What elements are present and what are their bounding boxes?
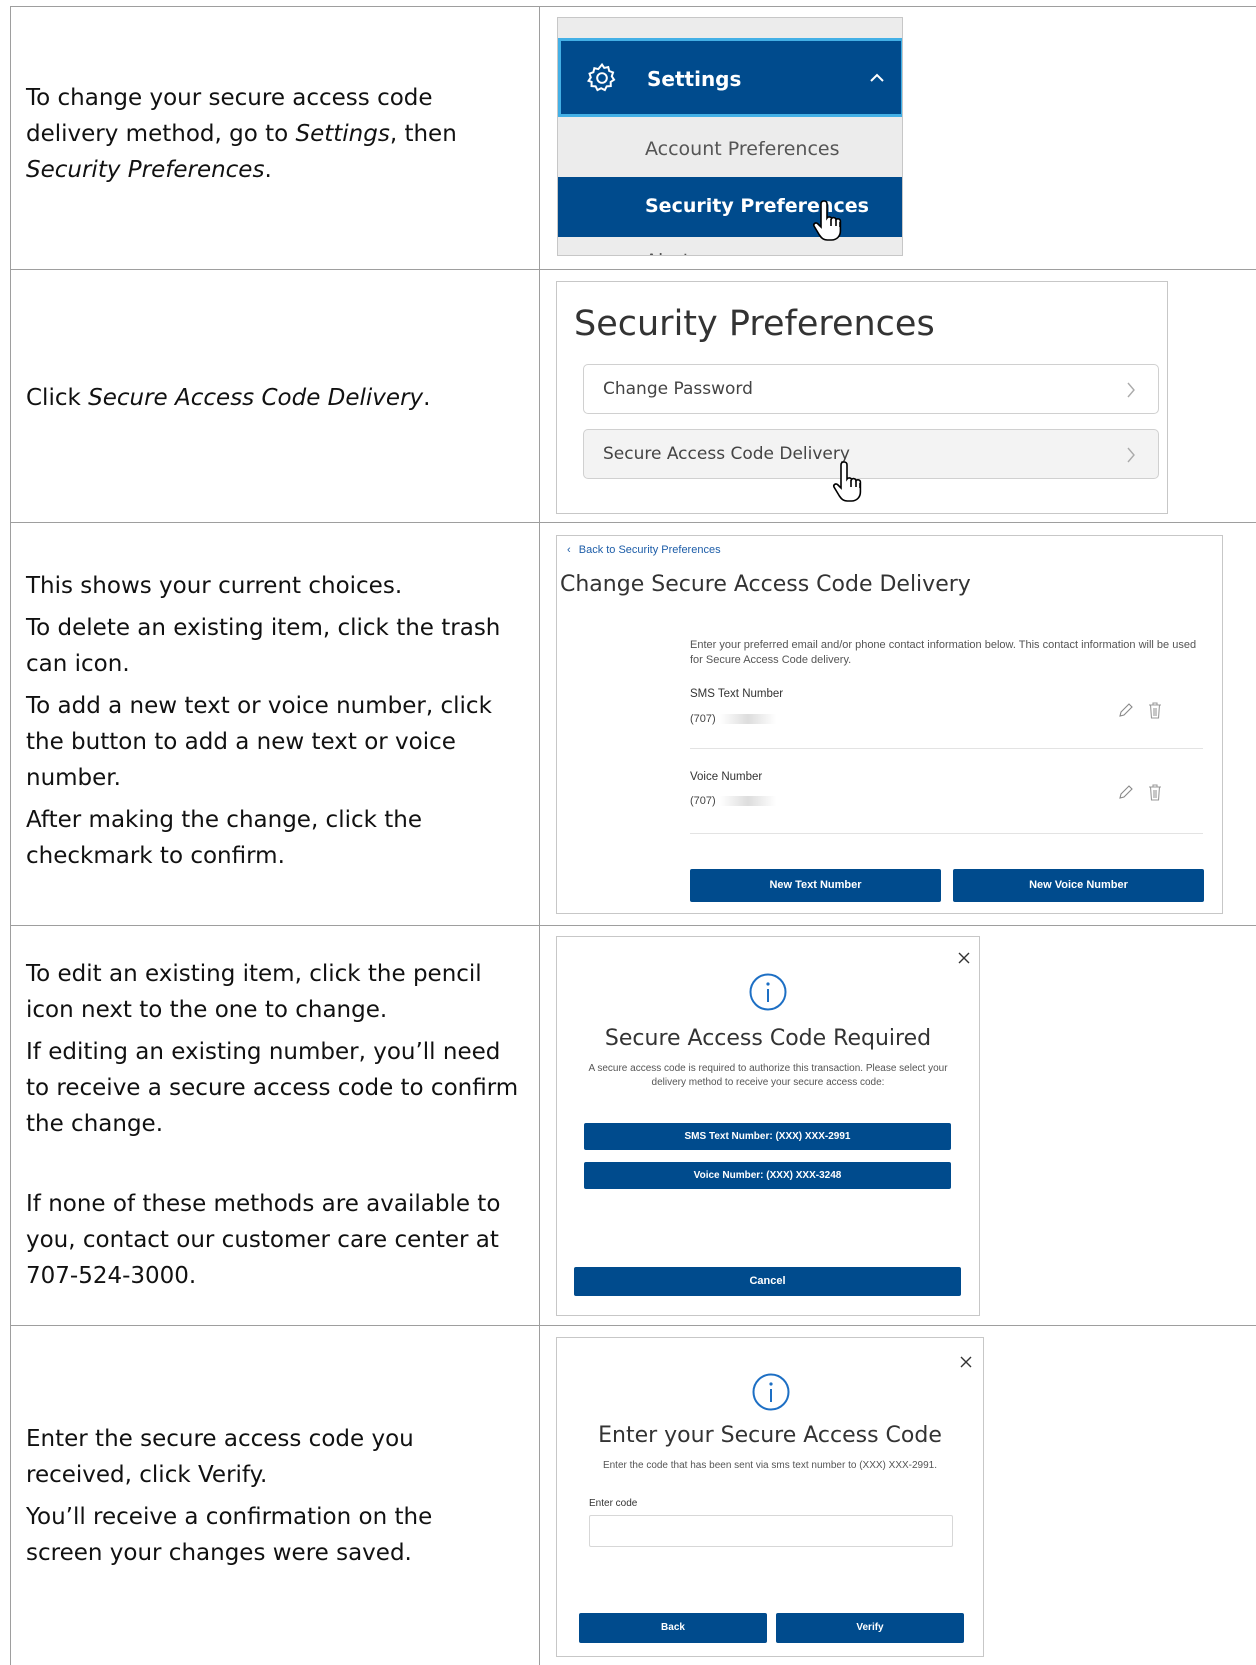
enter-code-modal: Enter your Secure Access Code Enter the … — [556, 1337, 984, 1657]
cancel-button[interactable]: Cancel — [574, 1267, 961, 1296]
trash-icon[interactable] — [1147, 701, 1163, 719]
step-3-paragraph: To delete an existing item, click the tr… — [26, 615, 501, 677]
hand-pointer-icon — [832, 461, 862, 502]
enter-code-title: Enter your Secure Access Code — [598, 1423, 942, 1448]
info-icon — [749, 973, 787, 1011]
change-sac-delivery-screenshot: ‹ Back to Security Preferences Change Se… — [556, 535, 1223, 914]
step-1-paragraph: To change your secure access code delive… — [26, 80, 506, 188]
step-4-paragraph: To edit an existing item, click the penc… — [26, 961, 482, 1023]
sms-text-number-label: SMS Text Number — [690, 688, 784, 700]
voice-number-label: Voice Number — [690, 771, 763, 783]
step-text-italic: Security Preferences — [26, 157, 265, 183]
chevron-right-icon — [1127, 382, 1135, 398]
step-3-paragraph: To add a new text or voice number, click… — [26, 693, 492, 791]
change-password-label: Change Password — [603, 379, 753, 399]
verify-button[interactable]: Verify — [776, 1613, 964, 1643]
new-text-number-button[interactable]: New Text Number — [690, 869, 941, 902]
step-text: . — [264, 157, 272, 183]
table-column-divider — [539, 6, 540, 1665]
step-3-paragraph: This shows your current choices. — [26, 573, 403, 599]
back-link-label: Back to Security Preferences — [578, 544, 721, 556]
table-row-divider — [10, 925, 1256, 926]
menu-item-security-preferences[interactable]: Security Preferences — [558, 177, 902, 237]
chevron-right-icon — [1127, 447, 1135, 463]
settings-menu-header[interactable]: Settings — [558, 38, 902, 117]
back-button[interactable]: Back — [579, 1613, 767, 1643]
voice-number-value: (707) — [690, 795, 776, 807]
table-row-divider — [10, 269, 1256, 270]
intro-text: Enter your preferred email and/or phone … — [690, 639, 1197, 666]
info-icon — [752, 1373, 790, 1411]
close-icon[interactable] — [959, 1355, 973, 1369]
table-row-divider — [10, 1325, 1256, 1326]
phone-value: (707) — [690, 713, 716, 725]
sac-required-title: Secure Access Code Required — [604, 1026, 932, 1051]
secure-access-code-delivery-label: Secure Access Code Delivery — [603, 444, 850, 464]
step-text-italic: Secure Access Code Delivery — [88, 385, 424, 411]
voice-number-option[interactable]: Voice Number: (XXX) XXX-3248 — [584, 1162, 951, 1189]
enter-code-label: Enter code — [589, 1498, 638, 1509]
settings-label: Settings — [647, 67, 742, 91]
step-2-paragraph: Click Secure Access Code Delivery. — [26, 380, 506, 416]
gear-icon — [587, 62, 616, 92]
step-4-paragraph: If editing an existing number, you’ll ne… — [26, 1039, 519, 1137]
step-5-paragraph: You’ll receive a confirmation on the scr… — [26, 1504, 433, 1566]
table-border-top — [10, 6, 1256, 7]
menu-item-account-preferences[interactable]: Account Preferences — [558, 120, 902, 180]
table-row-divider — [10, 522, 1256, 523]
step-3-text: This shows your current choices. To dele… — [26, 568, 521, 880]
sms-text-number-option[interactable]: SMS Text Number: (XXX) XXX-2991 — [584, 1123, 951, 1150]
redaction-mask — [719, 714, 776, 725]
menu-item-alerts[interactable]: Alerts — [558, 232, 902, 255]
secure-access-code-delivery-row[interactable]: Secure Access Code Delivery — [583, 429, 1159, 479]
pencil-icon[interactable] — [1117, 701, 1133, 719]
step-5-text: Enter the secure access code you receive… — [26, 1421, 506, 1577]
security-preferences-title: Security Preferences — [574, 304, 935, 344]
new-voice-number-button[interactable]: New Voice Number — [953, 869, 1204, 902]
step-3-paragraph: After making the change, click the check… — [26, 807, 423, 869]
item-divider — [690, 748, 1203, 749]
step-text: Click — [26, 385, 89, 411]
item-divider — [690, 833, 1203, 834]
redaction-mask — [719, 796, 776, 807]
security-preferences-screenshot: Security Preferences Change Password Sec… — [556, 281, 1168, 514]
phone-value: (707) — [690, 795, 716, 807]
sac-required-modal: Secure Access Code Required A secure acc… — [556, 936, 980, 1316]
change-sac-delivery-title: Change Secure Access Code Delivery — [560, 572, 971, 597]
step-4-paragraph: If none of these methods are available t… — [26, 1191, 501, 1289]
enter-code-message: Enter the code that has been sent via sm… — [602, 1460, 938, 1471]
step-5-paragraph: Enter the secure access code you receive… — [26, 1426, 414, 1488]
step-2-text: Click Secure Access Code Delivery. — [26, 380, 506, 422]
settings-menu-screenshot: Settings Account Preferences Security Pr… — [557, 17, 903, 256]
step-4-text: To edit an existing item, click the penc… — [26, 956, 521, 1300]
change-password-row[interactable]: Change Password — [583, 364, 1159, 414]
sms-text-number-value: (707) — [690, 713, 776, 725]
pencil-icon[interactable] — [1117, 783, 1133, 801]
step-text: . — [423, 385, 431, 411]
step-text-italic: Settings — [295, 121, 390, 147]
chevron-up-icon — [870, 73, 884, 82]
sac-required-message: A secure access code is required to auth… — [588, 1063, 948, 1088]
chevron-left-icon: ‹ — [567, 544, 571, 556]
back-link[interactable]: ‹ Back to Security Preferences — [567, 544, 721, 556]
table-border-left — [10, 6, 11, 1665]
enter-code-input[interactable] — [589, 1515, 953, 1547]
trash-icon[interactable] — [1147, 783, 1163, 801]
step-text: , then — [389, 121, 457, 147]
close-icon[interactable] — [957, 951, 971, 965]
hand-pointer-icon — [812, 200, 842, 241]
step-1-text: To change your secure access code delive… — [26, 80, 506, 194]
